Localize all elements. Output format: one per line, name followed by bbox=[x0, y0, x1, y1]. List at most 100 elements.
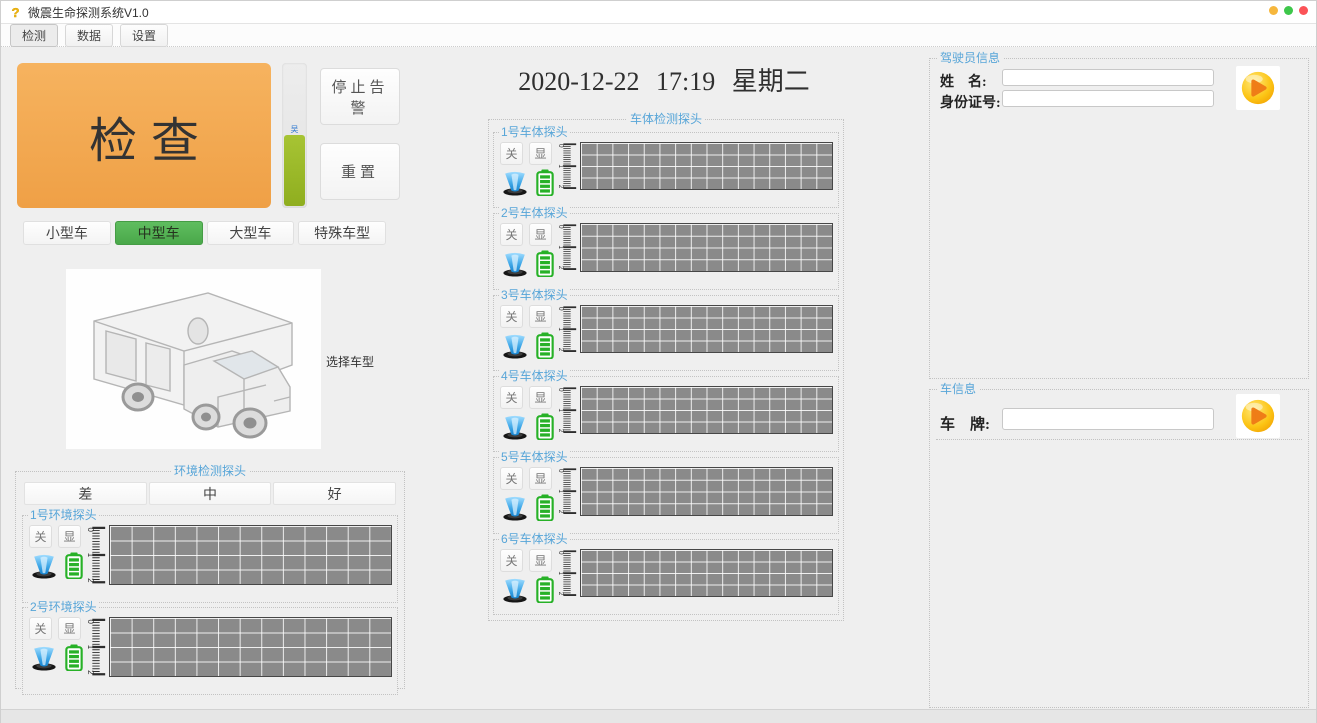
probe-signal-grid bbox=[580, 467, 833, 515]
svg-text:0: 0 bbox=[557, 307, 566, 311]
svg-text:1: 1 bbox=[86, 645, 95, 649]
probe-off-button[interactable]: 关 bbox=[500, 305, 523, 328]
probe-scale-ruler: 0 1 2 bbox=[556, 305, 578, 353]
probe-display-button[interactable]: 显 bbox=[529, 386, 552, 409]
environment-quality-buttons: 差 中 好 bbox=[24, 482, 396, 505]
vehicle-type-selector: 小型车 中型车 大型车 特殊车型 bbox=[23, 221, 386, 245]
svg-text:1: 1 bbox=[557, 327, 566, 331]
probe-scale-ruler: 0 1 2 bbox=[556, 386, 578, 434]
record-play-icon bbox=[1239, 69, 1277, 107]
svg-text:1: 1 bbox=[557, 571, 566, 575]
vehicle-type-medium[interactable]: 中型车 bbox=[115, 221, 203, 245]
plate-input[interactable] bbox=[1002, 408, 1214, 430]
svg-text:0: 0 bbox=[557, 225, 566, 229]
vehicle-type-small[interactable]: 小型车 bbox=[23, 221, 111, 245]
car-group-title: 车信息 bbox=[937, 382, 979, 396]
probe-display-button[interactable]: 显 bbox=[58, 525, 81, 548]
vehicle-type-large[interactable]: 大型车 bbox=[207, 221, 295, 245]
tab-detect[interactable]: 检测 bbox=[10, 24, 58, 47]
probe-label: 5号车体探头 bbox=[499, 451, 570, 464]
probe-display-button[interactable]: 显 bbox=[529, 549, 552, 572]
battery-icon bbox=[536, 413, 554, 440]
vehicle-model-image bbox=[66, 269, 321, 449]
level-meter[interactable]: 吴 bbox=[282, 63, 307, 208]
minimize-dot-icon[interactable] bbox=[1269, 6, 1278, 15]
probe-scale-ruler: 0 1 2 bbox=[85, 617, 107, 677]
battery-icon bbox=[65, 644, 83, 671]
check-button[interactable]: 检查 bbox=[17, 63, 271, 208]
battery-icon bbox=[536, 576, 554, 603]
detector-beam-icon bbox=[500, 578, 530, 603]
probe-display-button[interactable]: 显 bbox=[529, 305, 552, 328]
detector-beam-icon bbox=[29, 646, 59, 671]
battery-icon bbox=[536, 169, 554, 196]
probe-label: 4号车体探头 bbox=[499, 370, 570, 383]
svg-text:0: 0 bbox=[557, 551, 566, 555]
probe-label: 2号车体探头 bbox=[499, 207, 570, 220]
probe-label: 1号车体探头 bbox=[499, 126, 570, 139]
vehicle-type-special[interactable]: 特殊车型 bbox=[298, 221, 386, 245]
probe-off-button[interactable]: 关 bbox=[29, 617, 52, 640]
body-probe-panel-4: 4号车体探头 关 显 0 1 2 bbox=[493, 376, 839, 452]
probe-display-button[interactable]: 显 bbox=[58, 617, 81, 640]
bottom-status-strip bbox=[1, 709, 1316, 723]
svg-text:?: ? bbox=[11, 5, 19, 20]
probe-off-button[interactable]: 关 bbox=[29, 525, 52, 548]
body-probe-panel-1: 1号车体探头 关 显 0 1 2 bbox=[493, 132, 839, 208]
body-probe-panel-6: 6号车体探头 关 显 0 1 2 bbox=[493, 539, 839, 615]
stop-alarm-button[interactable]: 停止告警 bbox=[320, 68, 400, 125]
probe-display-button[interactable]: 显 bbox=[529, 467, 552, 490]
driver-name-label: 姓 名: bbox=[940, 71, 987, 91]
probe-label: 3号车体探头 bbox=[499, 289, 570, 302]
svg-text:0: 0 bbox=[557, 469, 566, 473]
probe-scale-ruler: 0 1 2 bbox=[556, 549, 578, 597]
probe-signal-grid bbox=[580, 223, 833, 271]
svg-text:1: 1 bbox=[86, 553, 95, 557]
probe-display-button[interactable]: 显 bbox=[529, 223, 552, 246]
detector-beam-icon bbox=[500, 171, 530, 196]
app-window: ? 微震生命探测系统V1.0 检测 数据 设置 检查 吴 停止告警 重置 小型车… bbox=[0, 0, 1317, 723]
body-group-title: 车体检测探头 bbox=[627, 112, 705, 126]
driver-id-input[interactable] bbox=[1002, 90, 1214, 107]
probe-off-button[interactable]: 关 bbox=[500, 549, 523, 572]
datetime-display: 2020-12-22 17:19 星期二 bbox=[484, 61, 844, 98]
probe-signal-grid bbox=[580, 142, 833, 190]
svg-text:1: 1 bbox=[557, 408, 566, 412]
quality-good-button[interactable]: 好 bbox=[273, 482, 396, 505]
reset-button[interactable]: 重置 bbox=[320, 143, 400, 200]
probe-label: 2号环境探头 bbox=[28, 601, 99, 614]
close-dot-icon[interactable] bbox=[1299, 6, 1308, 15]
detector-beam-icon bbox=[500, 415, 530, 440]
probe-scale-ruler: 0 1 2 bbox=[556, 142, 578, 190]
detector-beam-icon bbox=[29, 554, 59, 579]
probe-off-button[interactable]: 关 bbox=[500, 467, 523, 490]
tab-settings[interactable]: 设置 bbox=[120, 24, 168, 47]
probe-signal-grid bbox=[109, 617, 392, 677]
tab-bar: 检测 数据 设置 bbox=[1, 24, 1316, 47]
probe-off-button[interactable]: 关 bbox=[500, 386, 523, 409]
svg-text:1: 1 bbox=[557, 246, 566, 250]
maximize-dot-icon[interactable] bbox=[1284, 6, 1293, 15]
quality-bad-button[interactable]: 差 bbox=[24, 482, 147, 505]
probe-scale-ruler: 0 1 2 bbox=[556, 467, 578, 515]
body-probe-panel-3: 3号车体探头 关 显 0 1 2 bbox=[493, 295, 839, 371]
detector-beam-icon bbox=[500, 496, 530, 521]
driver-info-group: 驾驶员信息 姓 名: 身份证号: bbox=[929, 58, 1309, 379]
body-probe-panel-2: 2号车体探头 关 显 0 1 2 bbox=[493, 213, 839, 289]
driver-name-input[interactable] bbox=[1002, 69, 1214, 86]
probe-signal-grid bbox=[580, 305, 833, 353]
car-record-button[interactable] bbox=[1236, 394, 1280, 438]
battery-icon bbox=[536, 494, 554, 521]
tab-data[interactable]: 数据 bbox=[65, 24, 113, 47]
probe-scale-ruler: 0 1 2 bbox=[85, 525, 107, 585]
battery-icon bbox=[536, 332, 554, 359]
probe-off-button[interactable]: 关 bbox=[500, 142, 523, 165]
level-meter-value-label: 吴 bbox=[282, 125, 307, 134]
quality-medium-button[interactable]: 中 bbox=[149, 482, 272, 505]
probe-display-button[interactable]: 显 bbox=[529, 142, 552, 165]
probe-off-button[interactable]: 关 bbox=[500, 223, 523, 246]
driver-record-button[interactable] bbox=[1236, 66, 1280, 110]
window-title: 微震生命探测系统V1.0 bbox=[28, 4, 149, 21]
svg-text:2: 2 bbox=[557, 510, 566, 514]
car-info-group: 车信息 车 牌: bbox=[929, 389, 1309, 708]
